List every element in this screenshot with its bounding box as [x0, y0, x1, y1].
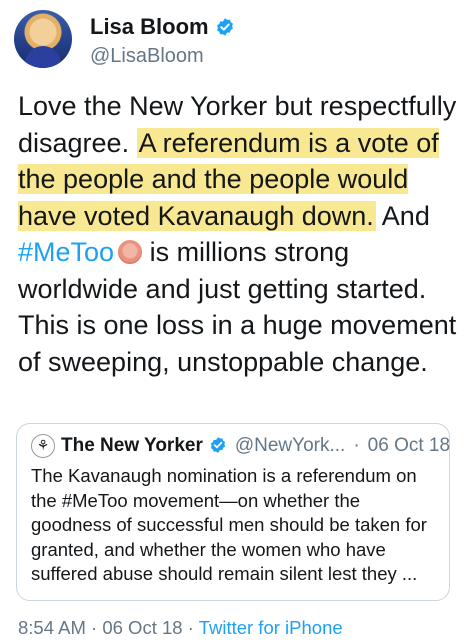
author-handle[interactable]: @LisaBloom [90, 45, 204, 68]
meta-separator-1: · [91, 617, 98, 638]
tweet-source-link[interactable]: Twitter for iPhone [199, 617, 343, 638]
quoted-tweet-card[interactable]: ⚘ The New Yorker @NewYork... · 06 Oct 18… [16, 423, 450, 601]
author-avatar[interactable] [14, 10, 72, 68]
quoted-tweet-header: ⚘ The New Yorker @NewYork... · 06 Oct 18 [31, 434, 450, 458]
author-name-row: Lisa Bloom [90, 14, 235, 40]
quoted-verified-badge-icon [209, 436, 229, 456]
new-yorker-avatar-icon: ⚘ [31, 434, 55, 458]
meta-separator-2: · [187, 617, 194, 638]
hashtag-link[interactable]: #MeToo [18, 237, 114, 267]
verified-badge-icon [215, 17, 235, 37]
tweet-text: Love the New Yorker but respectfully dis… [18, 88, 458, 380]
author-name[interactable]: Lisa Bloom [90, 14, 209, 40]
raised-hands-icon [118, 240, 143, 264]
quoted-author-name: The New Yorker [61, 435, 203, 456]
quoted-author-handle: @NewYork... [234, 435, 346, 456]
quoted-date: 06 Oct 18 [367, 435, 451, 456]
tweet-meta: 8:54 AM · 06 Oct 18 · Twitter for iPhone [18, 617, 343, 639]
tweet-date: 06 Oct 18 [102, 617, 183, 638]
tweet-time: 8:54 AM [18, 617, 86, 638]
tweet-text-and: And [375, 200, 430, 231]
quoted-separator: · [353, 435, 360, 456]
quoted-tweet-text: The Kavanaugh nomination is a referendum… [31, 465, 427, 584]
